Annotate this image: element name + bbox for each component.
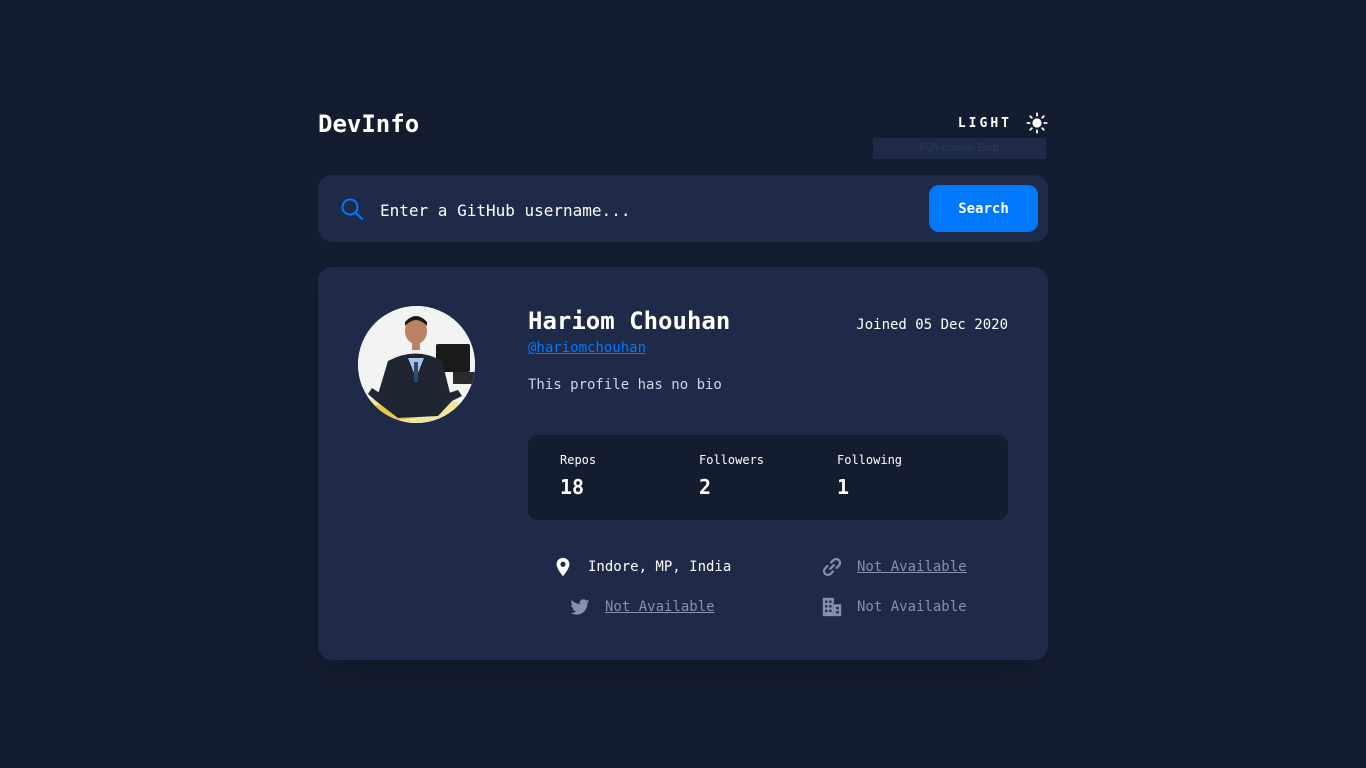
app: DevInfo LIGHT Full-screen Snip Enter a G… (318, 100, 1048, 660)
blog-link[interactable]: Not Available (857, 559, 967, 575)
joined-date: Joined 05 Dec 2020 (856, 317, 1008, 333)
search-input[interactable] (378, 193, 922, 227)
profile-username-link[interactable]: @hariomchouhan (528, 340, 646, 356)
sun-icon[interactable] (1026, 112, 1048, 134)
stat-label: Following (837, 453, 903, 467)
theme-toggle[interactable]: LIGHT (958, 112, 1048, 134)
profile-name: Hariom Chouhan (528, 307, 731, 335)
stats-panel: Repos 18 Followers 2 Following 1 (528, 435, 1008, 520)
twitter-icon (570, 599, 590, 615)
search-bar: Search (318, 175, 1048, 242)
stat-label: Followers (699, 453, 765, 467)
stat-value: 1 (837, 475, 850, 499)
stat-following: Following 1 (837, 453, 902, 499)
stat-followers: Followers 2 (699, 453, 764, 499)
profile-card: Hariom Chouhan Joined 05 Dec 2020 @hario… (318, 267, 1048, 660)
company-text: Not Available (857, 599, 967, 615)
profile-bio: This profile has no bio (528, 377, 722, 393)
theme-label[interactable]: LIGHT (958, 116, 1012, 131)
stat-repos: Repos 18 (560, 453, 596, 499)
stat-value: 18 (560, 475, 585, 499)
location-text: Indore, MP, India (588, 559, 732, 575)
info-blog: Not Available (821, 556, 967, 578)
snip-tooltip: Full-screen Snip (873, 138, 1046, 159)
twitter-link[interactable]: Not Available (605, 599, 715, 615)
location-pin-icon (556, 557, 570, 577)
search-icon (341, 198, 363, 220)
info-twitter: Not Available (569, 596, 715, 618)
stat-label: Repos (560, 453, 597, 467)
search-button[interactable]: Search (929, 185, 1038, 232)
link-icon (822, 557, 842, 577)
header: DevInfo LIGHT Full-screen Snip (318, 100, 1048, 159)
avatar (358, 306, 475, 423)
logo: DevInfo (318, 110, 420, 138)
info-company: Not Available (821, 596, 967, 618)
building-icon (822, 597, 842, 617)
avatar-image (358, 306, 475, 423)
info-location: Indore, MP, India (552, 556, 731, 578)
stat-value: 2 (699, 475, 712, 499)
